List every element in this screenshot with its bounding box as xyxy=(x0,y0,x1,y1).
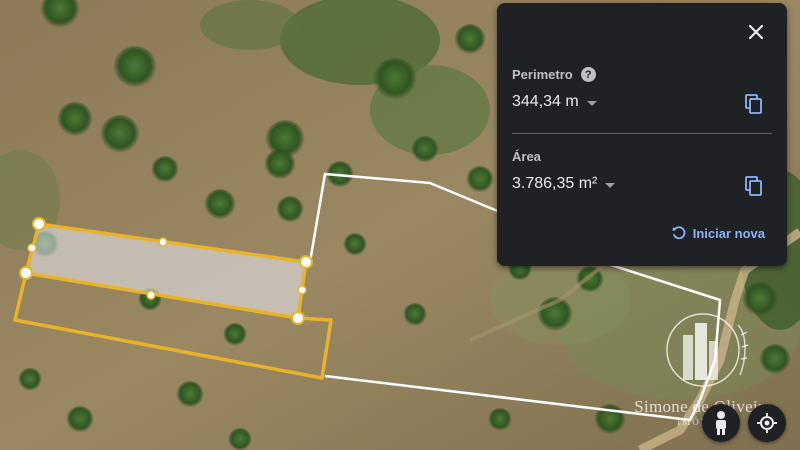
chevron-down-icon xyxy=(586,100,597,106)
area-value: 3.786,35 m² xyxy=(512,175,598,192)
midpoint-handle xyxy=(158,237,168,247)
street-view-pegman-button[interactable] xyxy=(702,404,740,442)
close-button[interactable] xyxy=(745,21,767,43)
my-location-button[interactable] xyxy=(748,404,786,442)
copy-perimeter-button[interactable] xyxy=(743,93,765,115)
chevron-down-icon xyxy=(605,182,616,188)
help-icon[interactable]: ? xyxy=(580,67,596,82)
area-label: Área xyxy=(512,149,541,164)
vertex-handle xyxy=(32,217,46,231)
perimeter-value: 344,34 m xyxy=(512,93,579,110)
vertex-handle xyxy=(291,311,305,325)
reset-icon xyxy=(672,226,686,240)
perimeter-heading: Perimetro ? xyxy=(512,67,596,82)
my-location-icon xyxy=(757,413,777,433)
perimeter-label: Perimetro xyxy=(512,67,573,82)
midpoint-handle xyxy=(297,285,307,295)
perimeter-unit-dropdown[interactable]: 344,34 m xyxy=(512,93,597,111)
vertex-handle xyxy=(19,266,33,280)
copy-area-button[interactable] xyxy=(743,175,765,197)
vertex-handle xyxy=(299,255,313,269)
start-new-button[interactable]: Iniciar nova xyxy=(671,225,765,241)
start-new-label: Iniciar nova xyxy=(692,225,765,241)
divider xyxy=(512,133,772,134)
midpoint-handle xyxy=(146,290,156,300)
copy-icon xyxy=(745,176,762,196)
area-unit-dropdown[interactable]: 3.786,35 m² xyxy=(512,175,616,193)
area-heading: Área xyxy=(512,149,541,164)
midpoint-handle xyxy=(27,243,37,253)
measure-distance-panel: Perimetro ? 344,34 m Área 3.786,35 m² In… xyxy=(497,3,787,266)
copy-icon xyxy=(745,94,762,114)
close-icon xyxy=(748,24,764,40)
pegman-icon xyxy=(716,411,726,435)
